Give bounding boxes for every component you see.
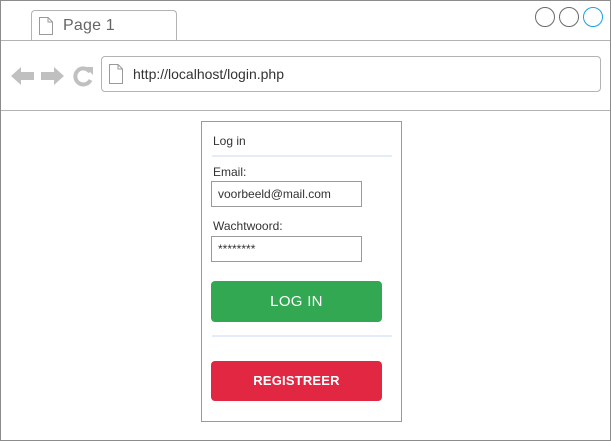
button-divider	[212, 335, 392, 337]
url-text: http://localhost/login.php	[133, 66, 284, 82]
maximize-button[interactable]	[559, 7, 579, 27]
email-label: Email:	[213, 165, 247, 179]
page-icon	[109, 64, 123, 84]
password-field[interactable]: ********	[211, 236, 362, 262]
register-button[interactable]: REGISTREER	[211, 361, 382, 401]
forward-arrow-icon[interactable]	[40, 66, 64, 86]
email-field[interactable]: voorbeeld@mail.com	[211, 181, 362, 207]
navigation-bar-divider	[1, 110, 610, 111]
tab-page-1[interactable]: Page 1	[31, 10, 177, 41]
login-title: Log in	[213, 134, 246, 148]
close-button[interactable]	[583, 7, 603, 27]
page-icon	[39, 17, 53, 35]
reload-icon[interactable]	[72, 65, 94, 87]
back-arrow-icon[interactable]	[11, 66, 35, 86]
minimize-button[interactable]	[535, 7, 555, 27]
title-divider	[212, 155, 392, 157]
navigation-bar: http://localhost/login.php	[1, 41, 610, 111]
browser-window: Page 1 http://localhost/login.php Log in…	[0, 0, 611, 441]
password-label: Wachtwoord:	[213, 219, 283, 233]
window-controls	[535, 7, 607, 29]
login-panel: Log in Email: voorbeeld@mail.com Wachtwo…	[201, 121, 402, 422]
address-bar[interactable]: http://localhost/login.php	[101, 56, 601, 92]
login-button[interactable]: LOG IN	[211, 281, 382, 322]
tab-label: Page 1	[63, 17, 115, 34]
tab-bar: Page 1	[1, 1, 610, 41]
